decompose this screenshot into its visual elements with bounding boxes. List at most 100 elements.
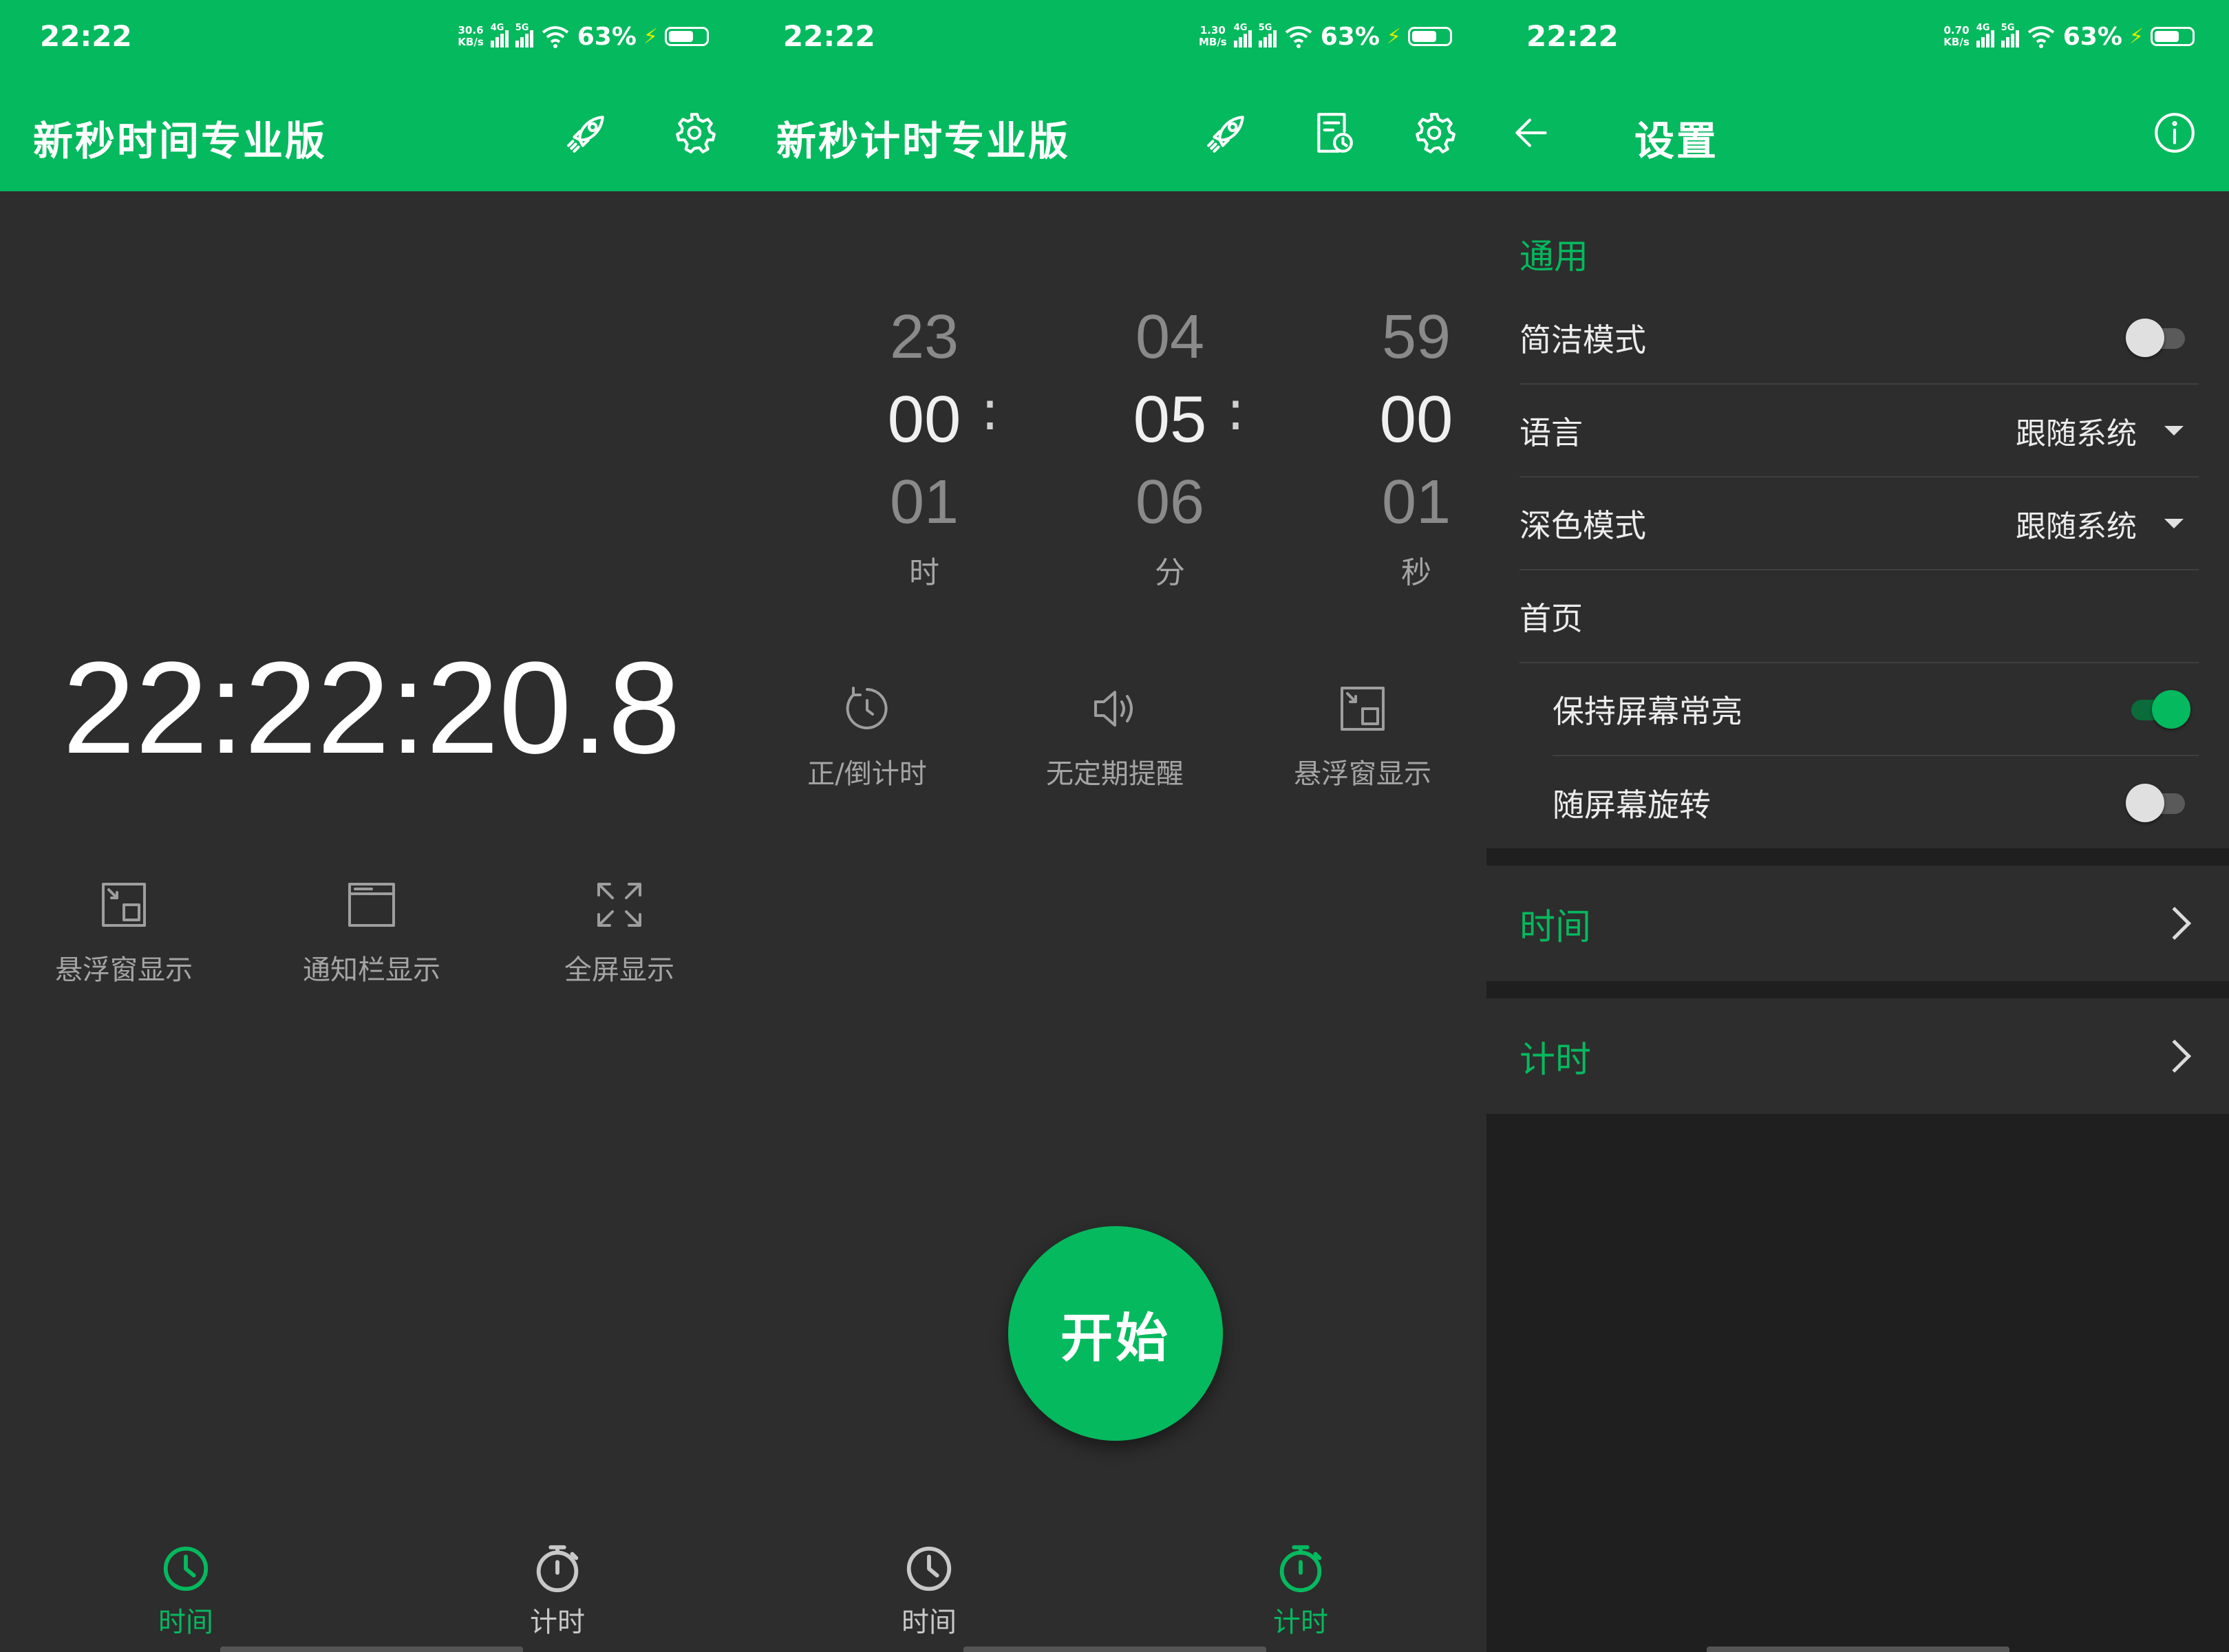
back-button[interactable] — [1500, 102, 1562, 164]
current-time-display: 22:22:20.8 — [62, 635, 681, 781]
gear-icon — [676, 113, 716, 153]
charging-icon: ⚡ — [2129, 24, 2144, 49]
nav-time-tab[interactable]: 时间 — [0, 1521, 372, 1652]
timer-history-icon — [1317, 113, 1353, 153]
notification-window-icon — [348, 883, 395, 927]
separator-colon: : — [1226, 378, 1245, 442]
charging-icon: ⚡ — [1386, 24, 1401, 49]
network-speed: 1.30 MB/s — [1198, 24, 1227, 48]
minutes-wheel[interactable]: 04 05 06 分 — [1101, 296, 1239, 592]
floating-window-icon — [1341, 687, 1385, 731]
battery-icon — [2151, 27, 2195, 46]
concise-mode-toggle[interactable] — [2126, 318, 2190, 357]
notification-bar-button[interactable]: 通知栏显示 — [248, 877, 495, 987]
signal-5g-icon: 5G — [1258, 23, 1277, 47]
home-indicator — [220, 1646, 523, 1652]
info-button[interactable] — [2144, 102, 2206, 164]
rocket-button[interactable] — [1196, 102, 1258, 164]
timer-settings-row[interactable]: 计时 — [1486, 998, 2229, 1114]
dropdown-arrow-icon — [2164, 425, 2184, 436]
chevron-right-icon — [2157, 906, 2192, 941]
status-icons: 30.6 KB/s 4G 5G 63% ⚡ — [458, 19, 709, 54]
fullscreen-button[interactable]: 全屏显示 — [495, 877, 743, 987]
rocket-icon — [1207, 116, 1244, 153]
floating-window-icon — [102, 883, 146, 927]
reminder-button[interactable]: 无定期提醒 — [991, 681, 1239, 791]
bottom-nav: 时间 计时 — [0, 1521, 743, 1652]
keep-screen-on-toggle[interactable] — [2126, 689, 2190, 729]
rocket-icon — [567, 116, 604, 153]
language-row[interactable]: 语言 跟随系统 — [1519, 385, 2199, 478]
battery-icon — [665, 27, 709, 46]
count-direction-button[interactable]: 正/倒计时 — [743, 681, 991, 791]
language-value: 跟随系统 — [2016, 416, 2137, 451]
nav-time-tab[interactable]: 时间 — [743, 1521, 1115, 1652]
rotate-with-screen-row[interactable]: 随屏幕旋转 — [1553, 756, 2199, 849]
status-time: 22:22 — [1526, 19, 1619, 53]
minutes-prev: 04 — [1135, 303, 1205, 372]
status-icons: 0.70 KB/s 4G 5G 63% ⚡ — [1943, 19, 2195, 54]
home-row: 首页 — [1519, 570, 2199, 663]
gear-icon — [1416, 113, 1455, 153]
status-bar: 22:22 30.6 KB/s 4G 5G 63% ⚡ — [0, 0, 743, 76]
charging-icon: ⚡ — [643, 24, 658, 49]
back-arrow-icon — [1515, 118, 1547, 147]
settings-button[interactable] — [663, 102, 725, 164]
speaker-icon — [1094, 691, 1133, 727]
app-bar: 新秒计时专业版 — [743, 76, 1486, 191]
nav-timer-tab[interactable]: 计时 — [1115, 1521, 1486, 1652]
minutes-unit: 分 — [1155, 556, 1185, 590]
seconds-unit: 秒 — [1401, 556, 1431, 590]
settings-title: 设置 — [1634, 118, 1719, 164]
bottom-nav: 时间 计时 — [743, 1521, 1486, 1652]
seconds-wheel[interactable]: 59 00 01 秒 — [1347, 296, 1485, 592]
wifi-icon — [542, 26, 568, 48]
rotate-with-screen-toggle[interactable] — [2126, 783, 2190, 822]
seconds-next: 01 — [1381, 468, 1451, 537]
timer-history-button[interactable] — [1302, 102, 1364, 164]
keep-screen-on-row[interactable]: 保持屏幕常亮 — [1553, 663, 2199, 756]
nav-timer-tab[interactable]: 计时 — [372, 1521, 743, 1652]
settings-screen: 22:22 0.70 KB/s 4G 5G 63% ⚡ 设置 通用 简洁模式 语… — [1486, 0, 2229, 1652]
app-title: 新秒计时专业版 — [776, 118, 1071, 164]
app-bar: 新秒时间专业版 — [0, 76, 743, 191]
hours-unit: 时 — [909, 556, 939, 590]
time-actions: 悬浮窗显示 通知栏显示 全屏显示 — [0, 877, 743, 987]
settings-button[interactable] — [1403, 102, 1465, 164]
signal-4g-icon: 4G — [1233, 23, 1252, 47]
hours-wheel[interactable]: 23 00 01 时 — [855, 296, 993, 592]
signal-4g-icon: 4G — [490, 23, 509, 47]
status-time: 22:22 — [40, 19, 132, 53]
signal-5g-icon: 5G — [515, 23, 533, 47]
status-bar: 22:22 0.70 KB/s 4G 5G 63% ⚡ — [1486, 0, 2229, 76]
dropdown-arrow-icon — [2164, 518, 2184, 528]
stopwatch-icon — [1279, 1545, 1322, 1593]
start-button[interactable]: 开始 — [1008, 1226, 1223, 1441]
timer-screen: 22:22 1.30 MB/s 4G 5G 63% ⚡ 新秒计时专业版 23 0… — [743, 0, 1486, 1652]
status-bar: 22:22 1.30 MB/s 4G 5G 63% ⚡ — [743, 0, 1486, 76]
wifi-icon — [2027, 26, 2054, 48]
floating-window-button[interactable]: 悬浮窗显示 — [0, 877, 248, 987]
floating-window-button[interactable]: 悬浮窗显示 — [1239, 681, 1486, 791]
wifi-icon — [1285, 26, 1312, 48]
seconds-prev: 59 — [1381, 303, 1451, 372]
home-indicator — [1706, 1646, 2009, 1652]
battery-percent: 63% — [1320, 22, 1380, 51]
concise-mode-row[interactable]: 简洁模式 — [1519, 292, 2199, 385]
duration-picker: 23 00 01 时 04 05 06 分 59 00 01 秒 — [743, 296, 1486, 590]
signal-5g-icon: 5G — [2001, 23, 2019, 47]
dark-mode-row[interactable]: 深色模式 跟随系统 — [1519, 478, 2199, 570]
timer-actions: 正/倒计时 无定期提醒 悬浮窗显示 — [743, 681, 1486, 791]
minutes-next: 06 — [1135, 468, 1205, 537]
hours-next: 01 — [889, 468, 959, 537]
section-general-label: 通用 — [1519, 237, 1588, 277]
time-settings-row[interactable]: 时间 — [1486, 866, 2229, 981]
fullscreen-icon — [597, 883, 641, 927]
separator-colon: : — [981, 378, 999, 442]
chevron-right-icon — [2157, 1039, 2192, 1073]
rocket-button[interactable] — [556, 102, 618, 164]
signal-4g-icon: 4G — [1976, 23, 1994, 47]
status-time: 22:22 — [783, 19, 875, 53]
stopwatch-icon — [536, 1545, 579, 1593]
app-bar: 设置 — [1486, 76, 2229, 191]
